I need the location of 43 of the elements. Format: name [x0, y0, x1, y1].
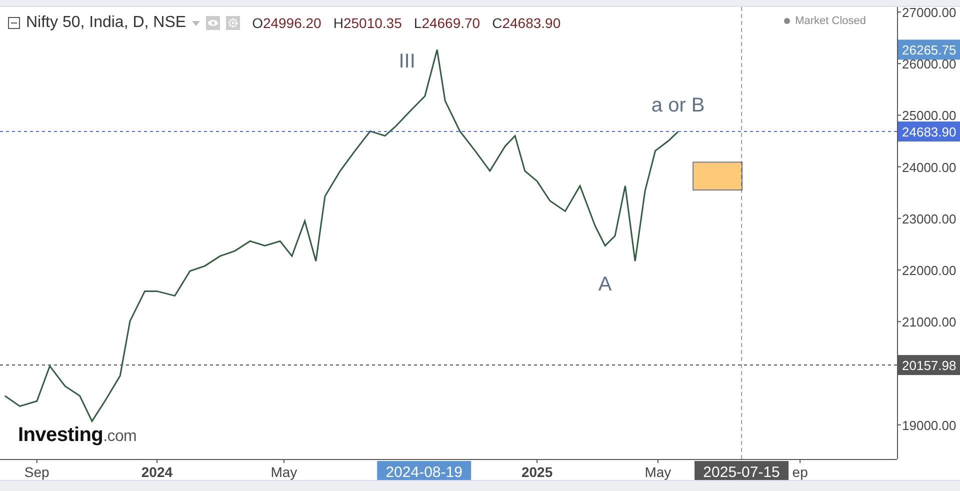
date-tick: May — [270, 458, 298, 480]
x-tick-label: May — [270, 464, 298, 480]
market-status: Market Closed — [795, 15, 866, 27]
price-tick: 22000.00 — [896, 263, 956, 278]
ref-line-label: 24683.90 — [902, 124, 956, 140]
symbol-title: Nifty 50, India, D, NSE — [26, 14, 186, 32]
price-tick: 19000.00 — [896, 418, 956, 433]
caret-icon[interactable] — [192, 20, 200, 26]
y-tick-label: 27000.00 — [902, 5, 956, 20]
ref-line-label: 20157.98 — [902, 358, 956, 374]
date-tick: 2024 — [141, 458, 173, 480]
x-tick-label: 2024 — [141, 464, 173, 480]
price-marker-label: 20157.98 — [898, 355, 960, 376]
price-tick: 23000.00 — [896, 211, 956, 226]
x-tick-label: May — [644, 464, 672, 480]
price-tick: 21000.00 — [896, 314, 956, 330]
wave-label: A — [598, 274, 612, 296]
eye-icon[interactable] — [206, 16, 220, 30]
date-tick: 2025 — [521, 458, 553, 480]
logo-text: Investing.com — [18, 424, 137, 447]
x-tick-label: ep — [792, 464, 808, 480]
price-marker-label: 26265.75 — [898, 40, 960, 60]
gear-icon[interactable] — [226, 16, 240, 30]
price-tick: 25000.00 — [896, 108, 956, 124]
date-tick: ep — [792, 458, 808, 480]
status-dot-icon — [784, 18, 790, 24]
cursor-date-label: 2024-08-19 — [377, 461, 472, 482]
collapse-icon[interactable] — [8, 17, 20, 29]
price-marker-label: 24683.90 — [898, 122, 960, 142]
ohlc-value: O24996.20 — [252, 15, 322, 31]
date-tick: May — [644, 458, 672, 480]
x-tick-label: 2025 — [521, 464, 553, 480]
price-tick: 27000.00 — [896, 7, 956, 20]
ohlc-value: C24683.90 — [492, 15, 561, 31]
x-tick-label: Sep — [24, 464, 50, 480]
date-tick: Sep — [24, 458, 50, 480]
ohlc-value: L24669.70 — [414, 15, 480, 31]
wave-label: III — [398, 50, 416, 73]
target-zone[interactable] — [692, 162, 743, 191]
wave-label: a or B — [651, 94, 705, 117]
date-marker-label: 2025-07-15 — [694, 461, 789, 482]
price-tick: 24000.00 — [896, 160, 956, 175]
ohlc-value: H25010.35 — [333, 15, 402, 31]
